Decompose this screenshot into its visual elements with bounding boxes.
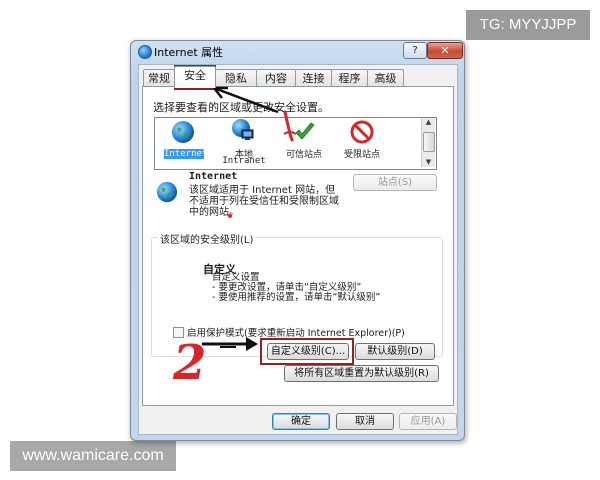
annotation-number-2: 2 [173, 335, 207, 391]
watermark-site: www.wamicare.com [10, 441, 176, 471]
apply-button[interactable]: 应用(A) [399, 413, 457, 430]
security-level-label: 该区域的安全级别(L) [158, 231, 256, 246]
close-button[interactable]: ✕ [427, 42, 463, 59]
tab-general[interactable]: 常规 [143, 69, 175, 87]
level-desc-line: - 要使用推荐的设置，请单击“默认级别” [212, 292, 381, 303]
scroll-thumb[interactable] [423, 132, 435, 152]
watermark-tg: TG: MYYJJPP [466, 10, 590, 40]
globe-icon[interactable] [171, 120, 195, 144]
zone-desc-line: 不适用于列在受信任和受限制区域 [189, 196, 339, 207]
annotation-arrow-2-icon [202, 337, 258, 351]
intranet-icon[interactable] [231, 118, 255, 142]
sites-button[interactable]: 站点(S) [353, 174, 437, 191]
scroll-up-arrow-icon[interactable]: ▲ [422, 118, 435, 127]
zone-list-scrollbar[interactable]: ▲ ▼ [421, 118, 435, 167]
restricted-icon[interactable] [350, 120, 374, 144]
reset-all-zones-button[interactable]: 将所有区域重置为默认级别(R) [284, 365, 439, 382]
zone-desc-line: 该区域适用于 Internet 网站，但 [189, 185, 336, 196]
tab-security[interactable]: 安全 [174, 66, 216, 88]
annotation-mark-1-icon [283, 110, 297, 142]
zone-label-internet[interactable]: Internet [164, 149, 207, 159]
annotation-box-custom-level [260, 338, 354, 365]
scroll-down-arrow-icon[interactable]: ▼ [422, 158, 435, 167]
zone-label-trusted[interactable]: 可信站点 [282, 147, 326, 160]
default-level-button[interactable]: 默认级别(D) [355, 343, 435, 360]
zone-description: 该区域适用于 Internet 网站，但 不适用于列在受信任和受限制区域 中的网… [189, 185, 339, 218]
zone-globe-icon [156, 181, 178, 203]
tab-advanced[interactable]: 高级 [367, 69, 404, 87]
zone-label-intranet-en[interactable]: Intranet [220, 156, 268, 166]
dialog-title: Internet 属性 [154, 46, 224, 59]
level-description: 自定义设置 - 要更改设置，请单击“自定义级别” - 要使用推荐的设置，请单击“… [212, 273, 380, 303]
tab-connections[interactable]: 连接 [295, 69, 332, 87]
cancel-button[interactable]: 取消 [336, 413, 394, 430]
zone-label-restricted[interactable]: 受限站点 [340, 147, 384, 160]
zone-desc-line: 中的网站。 [189, 207, 239, 218]
annotation-dot [228, 214, 232, 218]
ok-button[interactable]: 确定 [272, 413, 330, 430]
ie-globe-icon [138, 45, 152, 59]
help-button[interactable]: ? [403, 42, 427, 59]
tab-programs[interactable]: 程序 [331, 69, 368, 87]
zone-name: Internet [189, 171, 238, 182]
